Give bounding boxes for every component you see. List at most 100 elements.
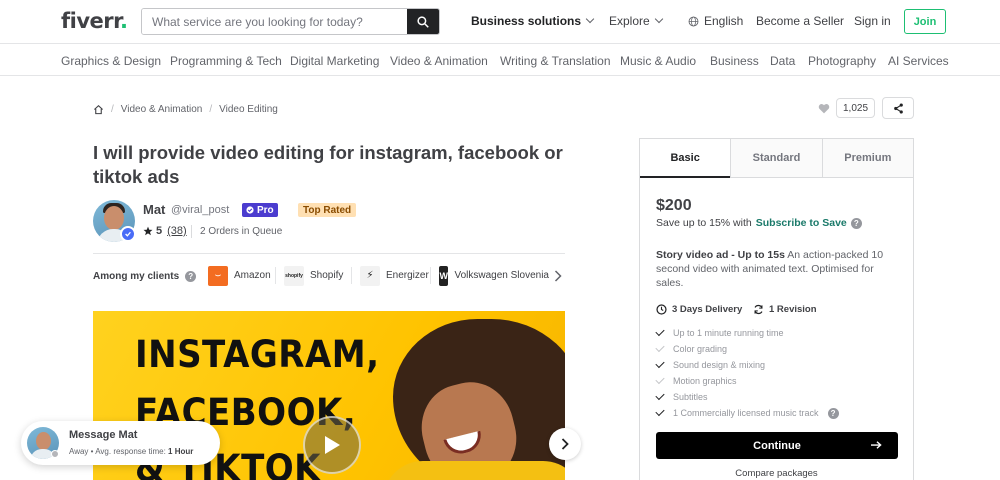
tab-premium[interactable]: Premium [821,139,913,177]
help-icon[interactable]: ? [185,271,197,282]
package-panel: Basic Standard Premium $200 Save up to 1… [639,138,914,480]
help-icon[interactable]: ? [827,407,839,419]
package-description: Story video ad - Up to 15s An action-pac… [656,249,884,289]
away-status-dot [51,450,59,458]
sign-in-link[interactable]: Sign in [854,14,891,28]
category-business[interactable]: Business [710,54,759,68]
category-programming-tech[interactable]: Programming & Tech [170,54,282,68]
feature-list: Up to 1 minute running time Color gradin… [655,325,839,421]
top-rated-badge: Top Rated [298,203,357,217]
category-graphics-design[interactable]: Graphics & Design [61,54,161,68]
chevron-down-icon [654,14,663,24]
category-music-audio[interactable]: Music & Audio [620,54,696,68]
client-energizer: ⚡ Energizer [360,265,429,286]
delivery-time: 3 Days Delivery [656,304,742,315]
breadcrumb-separator: / [111,104,114,115]
shopify-logo-icon: shopify [284,265,304,286]
rating-value: 5 [156,225,163,237]
continue-button[interactable]: Continue [656,432,898,459]
hero-photo-sweater [383,461,565,480]
explore-menu[interactable]: Explore [609,14,663,28]
category-digital-marketing[interactable]: Digital Marketing [290,54,379,68]
feature-item: Up to 1 minute running time [655,325,839,341]
category-bar: Graphics & Design Programming & Tech Dig… [0,44,1000,76]
join-button[interactable]: Join [904,9,946,34]
seller-name[interactable]: Mat [143,202,165,217]
subscribe-to-save-link[interactable]: Subscribe to Save [756,217,847,229]
breadcrumb-separator: / [209,104,213,115]
message-title: Message Mat [69,429,138,441]
message-seller-widget[interactable]: Message Mat Away • Avg. response time: 1… [21,421,220,465]
chevron-right-icon[interactable] [554,270,562,282]
check-icon [655,374,665,384]
package-tabs: Basic Standard Premium [640,139,913,178]
pro-check-icon [246,206,254,214]
likes-count: 1,025 [836,98,876,118]
globe-icon [688,16,699,26]
search-input[interactable] [142,9,408,34]
category-video-animation[interactable]: Video & Animation [390,54,488,68]
tab-standard[interactable]: Standard [730,139,822,177]
divider [275,267,276,284]
verified-badge-icon [120,226,136,242]
breadcrumb: / Video & Animation / Video Editing [93,104,278,115]
divider [191,225,192,238]
category-data[interactable]: Data [770,54,795,68]
check-icon [655,406,665,416]
hero-text-line: INSTAGRAM, [135,333,380,376]
seller-rating[interactable]: 5 (38) [143,225,187,237]
seller-handle: @viral_post [171,204,230,216]
like-button[interactable]: 1,025 [818,98,876,118]
home-icon[interactable] [93,104,104,115]
business-solutions-menu[interactable]: Business solutions [471,14,595,28]
play-button[interactable] [303,416,361,474]
chevron-down-icon [585,14,595,24]
category-photography[interactable]: Photography [808,54,876,68]
refresh-icon [754,304,763,315]
gig-title: I will provide video editing for instagr… [93,142,563,187]
breadcrumb-video-editing[interactable]: Video Editing [219,104,278,115]
heart-icon [818,103,830,113]
divider [93,253,565,254]
reviews-count[interactable]: (38) [167,225,187,237]
language-selector[interactable]: English [688,14,743,28]
arrow-right-icon [871,441,882,449]
category-writing-translation[interactable]: Writing & Translation [500,54,611,68]
share-icon [893,102,903,114]
pro-badge: Pro [242,203,278,217]
feature-item: 1 Commercially licensed music track ? [655,405,839,421]
clock-icon [656,304,667,315]
compare-packages-link[interactable]: Compare packages [640,468,913,479]
feature-item: Motion graphics [655,373,839,389]
chevron-right-icon [561,438,569,450]
energizer-logo-icon: ⚡ [360,265,380,286]
divider [430,267,431,284]
help-icon[interactable]: ? [850,217,862,229]
divider [351,267,352,284]
category-ai-services[interactable]: AI Services [888,54,949,68]
feature-item: Sound design & mixing [655,357,839,373]
amazon-logo-icon: ⌣ [208,265,228,286]
search-button[interactable] [407,9,439,34]
search-bar [141,8,440,35]
gallery-next-button[interactable] [549,428,581,460]
feature-item: Subtitles [655,389,839,405]
breadcrumb-video-animation[interactable]: Video & Animation [121,104,203,115]
star-icon [143,226,153,236]
client-volkswagen: W Volkswagen Slovenia [439,265,549,286]
search-icon [417,15,429,28]
package-price: $200 [656,197,692,214]
clients-label: Among my clients ? [93,271,197,282]
share-button[interactable] [882,97,914,119]
client-amazon: ⌣ Amazon [208,265,271,286]
top-navbar: fiverr. Business solutions Explore Engli… [0,0,1000,44]
orders-in-queue: 2 Orders in Queue [200,226,283,237]
tab-basic[interactable]: Basic [640,139,731,178]
client-shopify: shopify Shopify [284,265,343,286]
check-icon [655,326,665,336]
message-status: Away • Avg. response time: 1 Hour [69,447,194,456]
become-seller-link[interactable]: Become a Seller [756,14,844,28]
volkswagen-logo-icon: W [439,265,449,286]
check-icon [655,342,665,352]
fiverr-logo[interactable]: fiverr. [61,9,128,33]
